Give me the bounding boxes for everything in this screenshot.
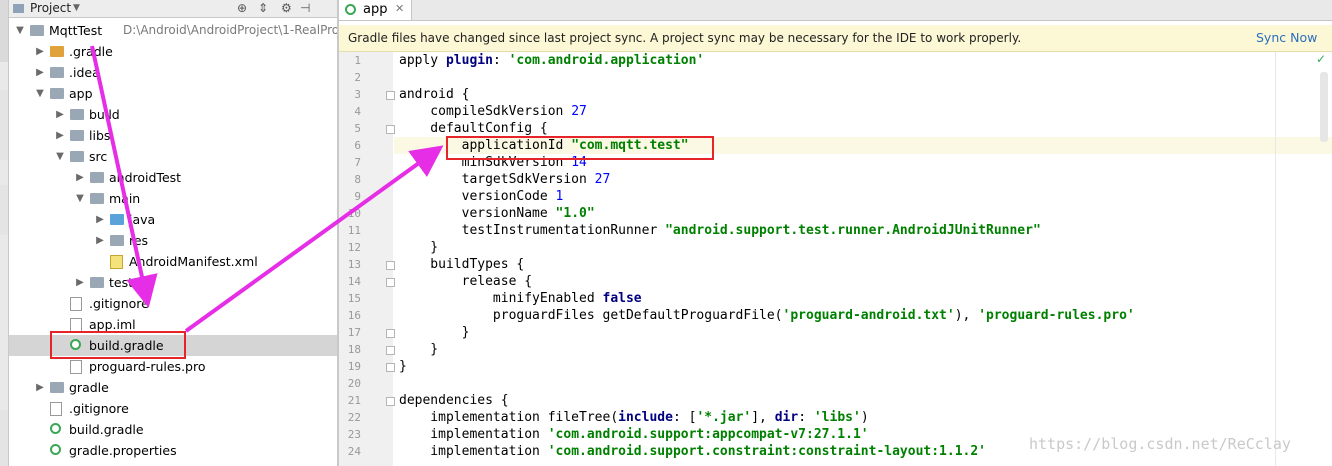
- arrow-to-build-gradle: [90, 45, 158, 308]
- arrow-to-application-id: [184, 145, 444, 333]
- annotation-arrows: [90, 45, 444, 333]
